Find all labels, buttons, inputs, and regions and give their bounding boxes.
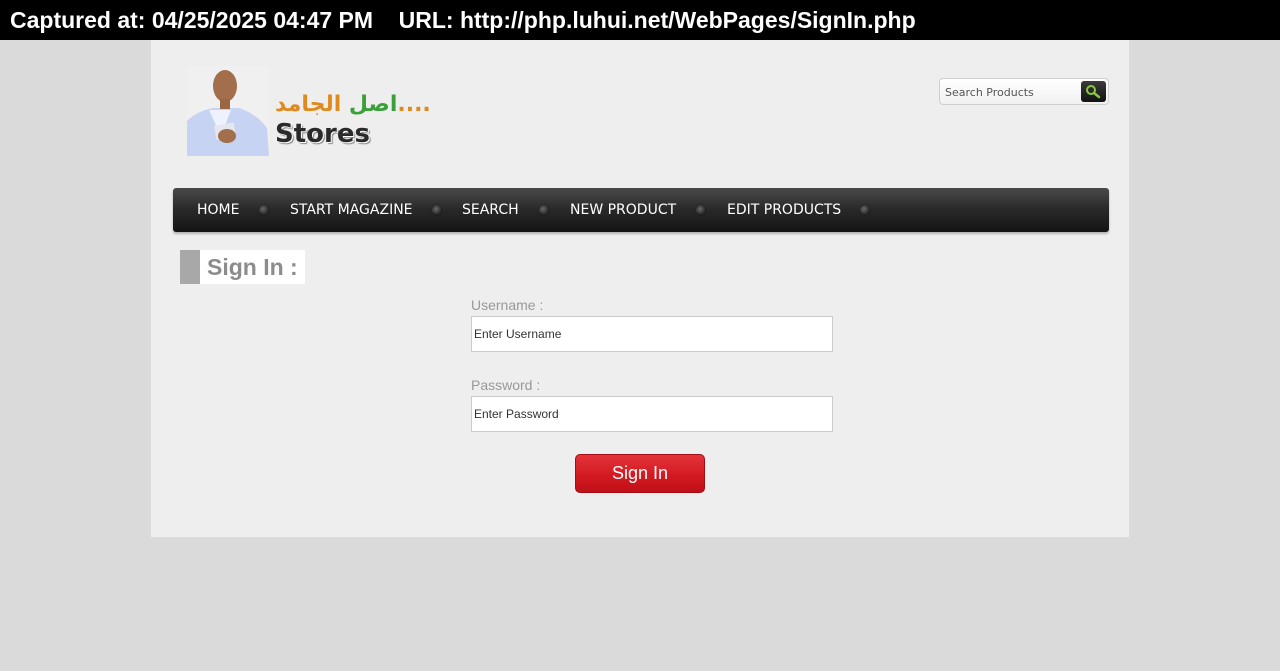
nav-item-search[interactable]: SEARCH <box>462 188 519 232</box>
username-label: Username : <box>471 297 544 313</box>
search-input[interactable] <box>945 83 1075 101</box>
nav-item-new-product[interactable]: NEW PRODUCT <box>570 188 676 232</box>
logo-arabic-text: اصل الجامد.... <box>275 92 431 117</box>
title-accent-bar <box>180 250 200 284</box>
nav-item-home[interactable]: HOME <box>197 188 239 232</box>
username-field[interactable] <box>471 316 833 352</box>
nav-separator-dot <box>860 205 870 215</box>
page-title-text: Sign In : <box>207 253 298 280</box>
sign-in-button[interactable]: Sign In <box>575 454 705 493</box>
capture-banner: Captured at: 04/25/2025 04:47 PM URL: ht… <box>0 0 1280 40</box>
search-icon <box>1086 85 1101 99</box>
search-button[interactable] <box>1081 81 1106 102</box>
nav-separator-dot <box>432 205 442 215</box>
page-title: Sign In : <box>180 250 305 284</box>
password-field[interactable] <box>471 396 833 432</box>
nav-item-edit-products[interactable]: EDIT PRODUCTS <box>727 188 841 232</box>
nav-separator-dot <box>259 205 269 215</box>
logo-photo <box>187 66 269 156</box>
search-box <box>939 78 1109 105</box>
nav-item-start-magazine[interactable]: START MAGAZINE <box>290 188 413 232</box>
nav-separator-dot <box>696 205 706 215</box>
site-logo[interactable]: اصل الجامد.... Stores <box>187 66 431 158</box>
logo-stores-text: Stores <box>275 119 370 149</box>
page-container: اصل الجامد.... Stores HOME START MAGAZIN… <box>151 40 1129 537</box>
nav-separator-dot <box>539 205 549 215</box>
password-label: Password : <box>471 377 541 393</box>
main-navigation: HOME START MAGAZINE SEARCH NEW PRODUCT E… <box>173 188 1109 232</box>
